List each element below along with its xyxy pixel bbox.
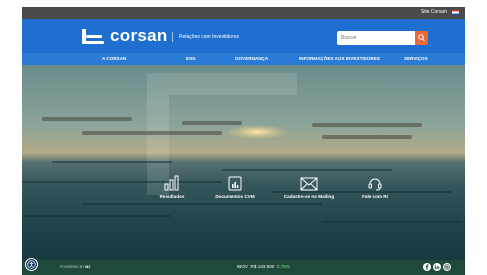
cloud — [42, 117, 132, 121]
cloud — [312, 123, 422, 127]
hero-banner — [22, 65, 465, 260]
top-bar: Site Corsan — [22, 7, 465, 19]
search-button[interactable] — [415, 31, 428, 45]
ticker-index: IBOV — [237, 264, 248, 269]
header-divider — [172, 32, 173, 42]
nav-item-servicos[interactable]: SERVIÇOS — [404, 56, 428, 61]
header-tagline: Relações com Investidores — [179, 34, 240, 40]
ticker-value: R$ 133.500 — [250, 264, 275, 269]
facebook-icon[interactable] — [423, 263, 431, 271]
quick-link-label: Documentos CVM — [215, 194, 255, 199]
accessibility-button[interactable] — [25, 258, 38, 271]
page: Site Corsan corsan Relações com Investid… — [22, 7, 465, 275]
stock-ticker: IBOV R$ 133.500 0,75% — [237, 264, 290, 269]
nav-item-a-corsan[interactable]: A CORSAN — [102, 56, 126, 61]
bar-chart-icon — [164, 175, 179, 191]
quick-link-label: Cadastre-se no Mailing — [283, 194, 335, 199]
quick-link-fale-com-ri[interactable]: Fale com RI — [340, 173, 410, 199]
accessibility-icon — [27, 260, 36, 269]
wave — [52, 161, 172, 163]
nav-item-esg[interactable]: ESG — [186, 56, 196, 61]
cloud — [182, 121, 242, 125]
main-nav: A CORSAN ESG GOVERNANÇA INFORMAÇÕES AOS … — [22, 53, 465, 65]
site-corsan-link[interactable]: Site Corsan — [421, 9, 447, 15]
nav-item-governanca[interactable]: GOVERNANÇA — [235, 56, 268, 61]
sunset-glow — [227, 125, 287, 139]
social-links — [423, 263, 451, 271]
nav-item-informacoes[interactable]: INFORMAÇÕES AOS INVESTIDORES — [299, 56, 380, 61]
wave — [322, 221, 462, 223]
brand-name: corsan — [110, 26, 168, 45]
linkedin-icon[interactable] — [433, 263, 441, 271]
corsan-logo-icon — [82, 27, 106, 45]
instagram-icon[interactable] — [443, 263, 451, 271]
powered-by[interactable]: POWERED BY MZ — [60, 265, 91, 269]
wave — [82, 203, 322, 205]
header: corsan Relações com Investidores — [22, 19, 465, 53]
cloud — [322, 135, 412, 139]
language-flag-icon[interactable] — [452, 10, 459, 15]
cloud — [82, 131, 222, 135]
mz-logo: MZ — [85, 265, 91, 269]
wave — [222, 169, 392, 171]
ticker-variation: 0,75% — [276, 264, 290, 269]
document-chart-icon — [228, 176, 242, 191]
quick-links: Resultados Documentos CVM Cadastre-se no… — [22, 173, 465, 203]
quick-link-label: Resultados — [159, 194, 185, 199]
search-icon — [418, 34, 425, 42]
powered-by-label: POWERED BY — [60, 265, 85, 269]
headset-icon — [368, 178, 382, 191]
quick-link-documentos-cvm[interactable]: Documentos CVM — [200, 173, 270, 199]
corsan-logo[interactable]: corsan — [82, 26, 168, 46]
envelope-icon — [300, 177, 318, 191]
search-input[interactable] — [337, 31, 415, 45]
search-box — [337, 31, 445, 45]
quick-link-mailing[interactable]: Cadastre-se no Mailing — [274, 173, 344, 199]
quick-link-resultados[interactable]: Resultados — [137, 173, 207, 199]
footer-bar: POWERED BY MZ IBOV R$ 133.500 0,75% — [22, 260, 465, 275]
quick-link-label: Fale com RI — [362, 194, 388, 199]
wave — [22, 215, 172, 217]
